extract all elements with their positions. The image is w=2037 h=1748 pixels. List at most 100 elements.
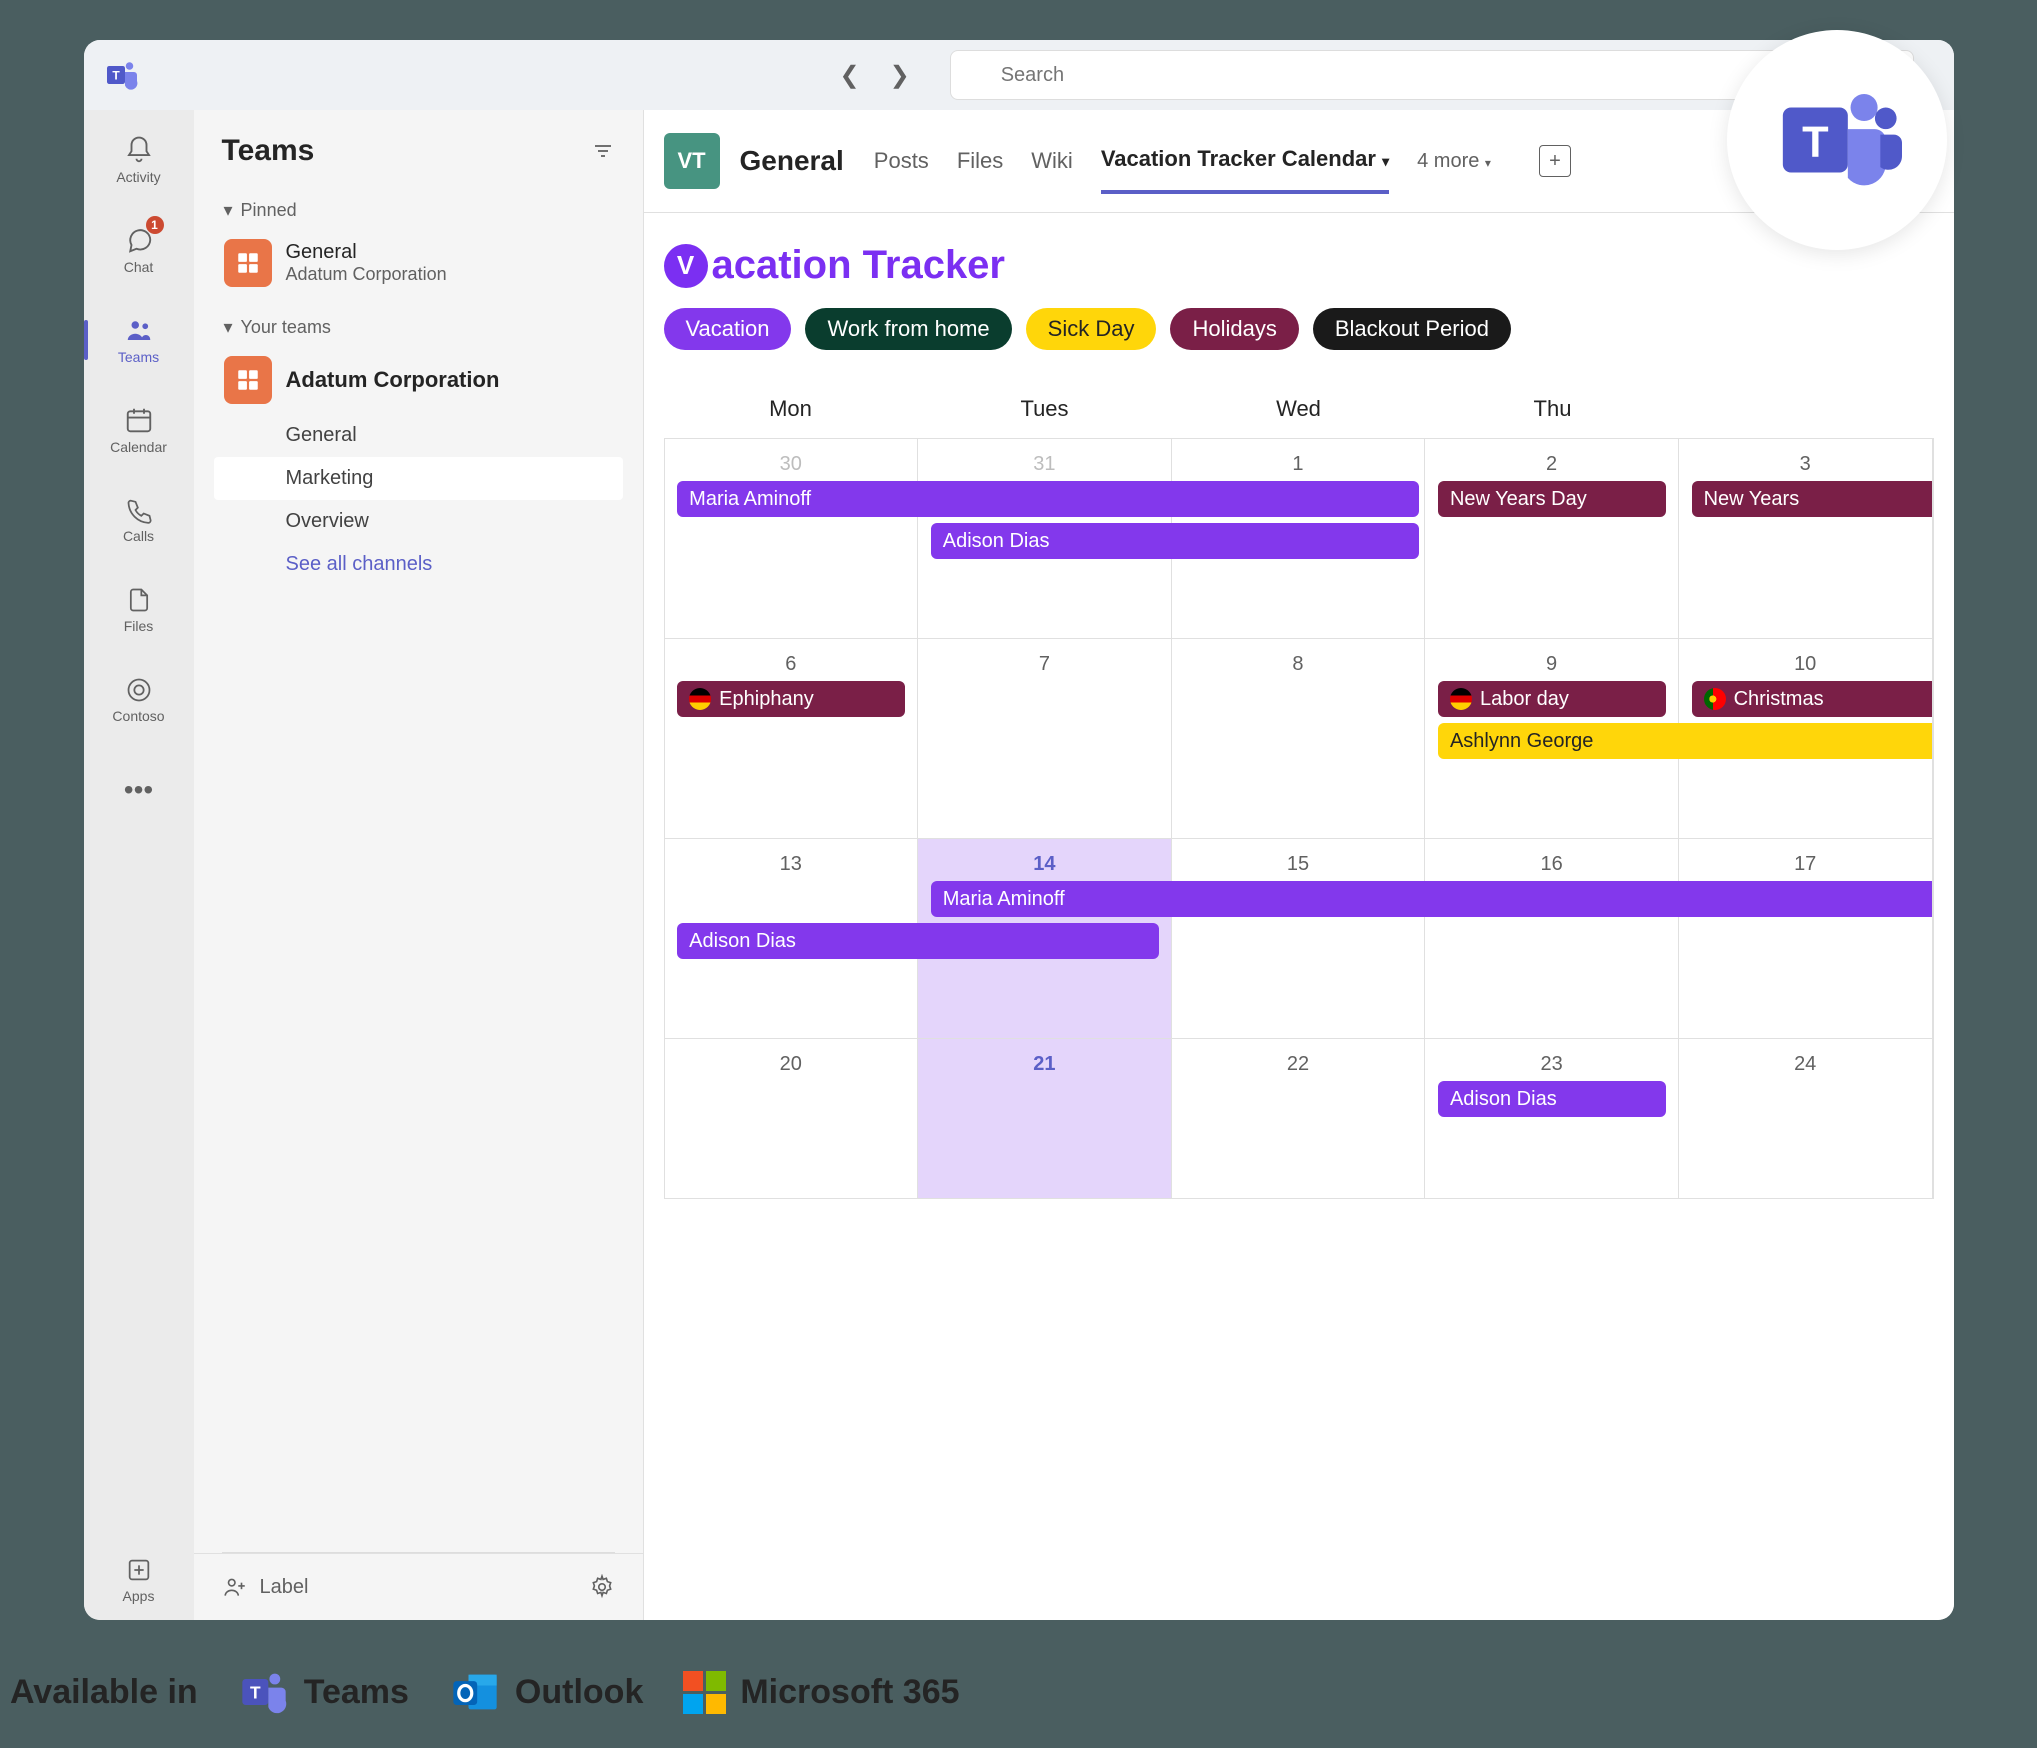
legend-blackout[interactable]: Blackout Period	[1313, 308, 1511, 350]
teams-icon: T	[238, 1666, 290, 1718]
team-name: Adatum Corporation	[286, 367, 500, 393]
calendar-grid: 30 31 1 2 3 Maria Aminoff Adison Dias Ne…	[664, 438, 1934, 1199]
m365-badge: Microsoft 365	[683, 1671, 959, 1714]
available-footer: Available in T Teams Outlook Microsoft 3…	[10, 1666, 960, 1718]
rail-contoso[interactable]: Contoso	[94, 660, 184, 740]
chevron-down-icon: ▾	[224, 317, 233, 338]
day-header: Mon	[664, 380, 918, 438]
more-icon: •••	[124, 774, 153, 806]
calendar-day[interactable]: 6	[665, 639, 919, 838]
add-tab-button[interactable]: +	[1539, 145, 1571, 177]
nav-arrows: ❮ ❯	[840, 61, 910, 90]
teams-badge: T Teams	[238, 1666, 409, 1718]
calendar-icon	[124, 405, 154, 435]
outlook-icon	[449, 1666, 501, 1718]
channel-marketing[interactable]: Marketing	[214, 457, 623, 500]
vacation-tracker-title: V acation Tracker	[664, 243, 1934, 288]
day-header: Thu	[1426, 380, 1680, 438]
event-nyd[interactable]: New Years Day	[1438, 481, 1666, 517]
channel-general[interactable]: General	[214, 414, 623, 457]
event-ashlynn[interactable]: Ashlynn George	[1438, 723, 1933, 759]
rail-apps[interactable]: Apps	[94, 1540, 184, 1620]
calendar-day[interactable]: 20	[665, 1039, 919, 1198]
tab-wiki[interactable]: Wiki	[1031, 130, 1073, 192]
chevron-down-icon: ▾	[224, 200, 233, 221]
more-tabs[interactable]: 4 more ▾	[1417, 150, 1491, 173]
calendar-day[interactable]: 16	[1425, 839, 1679, 1038]
calendar-day[interactable]: 23	[1425, 1039, 1679, 1198]
tab-vacation-tracker[interactable]: Vacation Tracker Calendar ▾	[1101, 128, 1389, 194]
calendar-day[interactable]: 21	[918, 1039, 1172, 1198]
calendar-day[interactable]: 8	[1172, 639, 1426, 838]
team-name: General	[286, 241, 447, 264]
teams-logo-circle: T	[1727, 30, 1947, 250]
svg-text:T: T	[250, 1683, 261, 1703]
event-adison[interactable]: Adison Dias	[931, 523, 1419, 559]
event-maria[interactable]: Maria Aminoff	[677, 481, 1419, 517]
legend-wfh[interactable]: Work from home	[805, 308, 1011, 350]
calendar-day[interactable]: 3	[1679, 439, 1933, 638]
sidebar-footer: Label	[194, 1553, 643, 1620]
rail-teams[interactable]: Teams	[94, 300, 184, 380]
rail-calendar[interactable]: Calendar	[94, 390, 184, 470]
calendar-week: 6 7 8 9 10 Ephiphany Labor day Christmas…	[665, 638, 1933, 838]
legend-sick[interactable]: Sick Day	[1026, 308, 1157, 350]
titlebar: T ❮ ❯	[84, 40, 1954, 110]
filter-icon[interactable]	[591, 139, 615, 163]
event-christmas[interactable]: Christmas	[1692, 681, 1933, 717]
back-icon[interactable]: ❮	[840, 61, 860, 90]
day-header: Tues	[918, 380, 1172, 438]
event-ny[interactable]: New Years	[1692, 481, 1933, 517]
calendar-day[interactable]: 15	[1172, 839, 1426, 1038]
file-icon	[125, 586, 153, 614]
tab-files[interactable]: Files	[957, 130, 1003, 192]
calendar-day[interactable]: 2	[1425, 439, 1679, 638]
legend: Vacation Work from home Sick Day Holiday…	[664, 308, 1934, 350]
rail-more[interactable]: •••	[94, 750, 184, 830]
event-ephiphany[interactable]: Ephiphany	[677, 681, 905, 717]
calendar-day[interactable]: 17	[1679, 839, 1933, 1038]
bell-icon	[124, 135, 154, 165]
see-all-channels[interactable]: See all channels	[214, 543, 623, 586]
team-avatar	[224, 239, 272, 287]
day-header: Wed	[1172, 380, 1426, 438]
rail-files[interactable]: Files	[94, 570, 184, 650]
legend-holidays[interactable]: Holidays	[1170, 308, 1298, 350]
left-rail: Activity 1 Chat Teams Calendar Calls	[84, 110, 194, 1620]
chevron-down-icon: ▾	[1382, 153, 1389, 169]
vt-logo-icon: V	[664, 244, 708, 288]
event-labor[interactable]: Labor day	[1438, 681, 1666, 717]
available-label: Available in	[10, 1673, 198, 1712]
pinned-general[interactable]: General Adatum Corporation	[214, 229, 623, 297]
calendar-day[interactable]: 30	[665, 439, 919, 638]
calendar-week: 30 31 1 2 3 Maria Aminoff Adison Dias Ne…	[665, 438, 1933, 638]
footer-label: Label	[260, 1576, 309, 1599]
calendar-day[interactable]: 24	[1679, 1039, 1933, 1198]
pinned-section[interactable]: ▾ Pinned	[214, 192, 623, 229]
outlook-badge: Outlook	[449, 1666, 643, 1718]
tab-posts[interactable]: Posts	[874, 130, 929, 192]
app-window: T ❮ ❯ Activity 1 Chat Teams	[84, 40, 1954, 1620]
settings-icon[interactable]	[589, 1574, 615, 1600]
flag-de-icon	[1450, 688, 1472, 710]
flag-pt-icon	[1704, 688, 1726, 710]
team-adatum[interactable]: Adatum Corporation	[214, 346, 623, 414]
rail-calls[interactable]: Calls	[94, 480, 184, 560]
sidebar: Teams ▾ Pinned General Adatum Corporatio…	[194, 110, 644, 1620]
rail-activity[interactable]: Activity	[94, 120, 184, 200]
teams-app-icon: T	[104, 57, 140, 93]
event-maria[interactable]: Maria Aminoff	[931, 881, 1933, 917]
contoso-icon	[125, 676, 153, 704]
calendar-day[interactable]: 22	[1172, 1039, 1426, 1198]
event-adison[interactable]: Adison Dias	[677, 923, 1159, 959]
svg-text:T: T	[112, 69, 120, 83]
forward-icon[interactable]: ❯	[890, 61, 910, 90]
rail-chat[interactable]: 1 Chat	[94, 210, 184, 290]
channel-overview[interactable]: Overview	[214, 500, 623, 543]
your-teams-section[interactable]: ▾ Your teams	[214, 309, 623, 346]
svg-text:T: T	[1802, 118, 1828, 166]
event-adison[interactable]: Adison Dias	[1438, 1081, 1666, 1117]
people-add-icon[interactable]	[222, 1574, 248, 1600]
legend-vacation[interactable]: Vacation	[664, 308, 792, 350]
calendar-day[interactable]: 7	[918, 639, 1172, 838]
